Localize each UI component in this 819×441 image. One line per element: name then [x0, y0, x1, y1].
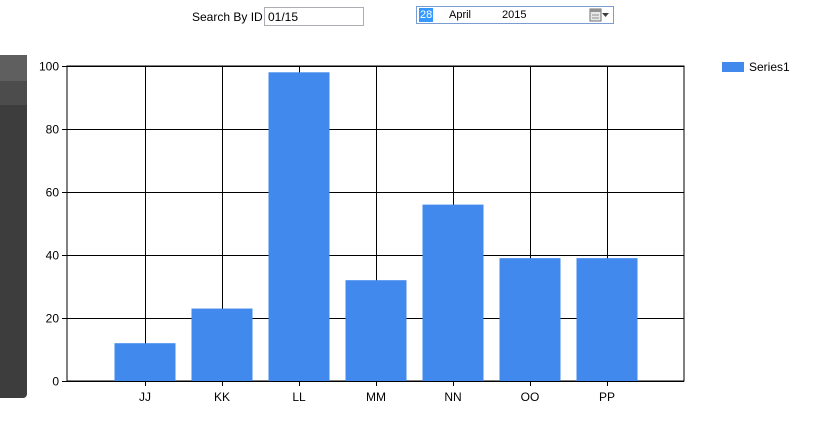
legend-swatch-series1	[722, 62, 744, 72]
x-tick-label: JJ	[139, 390, 151, 404]
bar-kk	[191, 308, 253, 381]
bar-nn	[422, 204, 484, 381]
y-tick-label: 100	[39, 60, 59, 74]
x-tick-label: NN	[444, 390, 461, 404]
y-tick-label: 0	[52, 375, 59, 389]
bar-chart: 0 20 40 60 80 100 JJ KK LL MM NN OO PP	[39, 60, 685, 404]
bar-oo	[499, 258, 561, 381]
x-tick-label: KK	[214, 390, 230, 404]
bar-mm	[345, 280, 407, 381]
y-tick-label: 60	[46, 186, 60, 200]
bar-pp	[576, 258, 638, 381]
y-tick-label: 20	[46, 312, 60, 326]
bar-ll	[268, 72, 330, 382]
y-tick-label: 40	[46, 249, 60, 263]
bar-jj	[114, 343, 176, 381]
x-tick-label: PP	[599, 390, 615, 404]
x-tick-label: MM	[366, 390, 386, 404]
y-tick-label: 80	[46, 123, 60, 137]
x-tick-label: LL	[292, 390, 306, 404]
legend-label-series1: Series1	[749, 60, 790, 74]
x-tick-label: OO	[521, 390, 540, 404]
